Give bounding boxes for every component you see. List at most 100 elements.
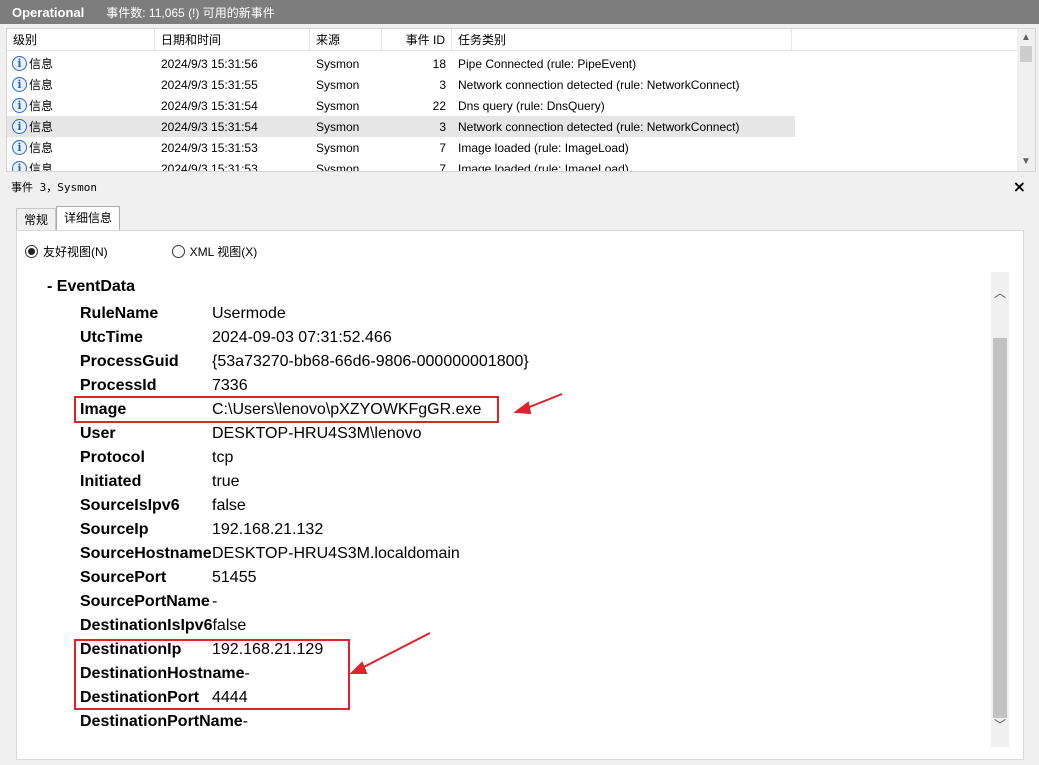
field-key: SourceIp bbox=[80, 521, 149, 538]
info-icon: i bbox=[12, 140, 27, 155]
field-key: UtcTime bbox=[80, 329, 143, 346]
event-detail-title: 事件 3，Sysmon bbox=[11, 181, 97, 194]
column-task-category[interactable]: 任务类别 bbox=[452, 29, 792, 51]
datetime-cell: 2024/9/3 15:31:56 bbox=[161, 56, 258, 71]
event-field: User DESKTOP-HRU4S3M\lenovo bbox=[80, 422, 422, 446]
field-value: false bbox=[212, 497, 246, 514]
level-cell: i 信息 bbox=[7, 139, 155, 156]
table-row[interactable]: i 信息 2024/9/3 15:31:54 Sysmon 3 Network conne… bbox=[7, 116, 795, 137]
level-cell: i 信息 bbox=[7, 55, 155, 72]
task-category-cell: Network connection detected (rule: Netwo… bbox=[458, 77, 740, 92]
event-data-scrollbar[interactable]: ︿ ﹀ bbox=[991, 272, 1009, 747]
event-field: RuleName Usermode bbox=[80, 302, 286, 326]
source-cell: Sysmon bbox=[316, 119, 360, 134]
table-row[interactable]: i 信息 2024/9/3 15:31:53 Sysmon 7 Image loaded … bbox=[7, 137, 795, 158]
event-field: Initiated true bbox=[80, 470, 240, 494]
event-field: DestinationIsIpv6 false bbox=[80, 614, 246, 638]
field-value: DESKTOP-HRU4S3M.localdomain bbox=[212, 545, 460, 562]
source-cell: Sysmon bbox=[316, 77, 360, 92]
table-row[interactable]: i 信息 2024/9/3 15:31:55 Sysmon 3 Network conne… bbox=[7, 74, 795, 95]
tab-details[interactable]: 详细信息 bbox=[56, 206, 121, 231]
field-key: SourcePort bbox=[80, 569, 167, 586]
field-value: 7336 bbox=[212, 377, 248, 394]
friendly-view-radio[interactable]: 友好视图(N) bbox=[25, 243, 108, 260]
source-cell: Sysmon bbox=[316, 98, 360, 113]
field-value: 51455 bbox=[212, 569, 257, 586]
info-icon: i bbox=[12, 77, 27, 92]
field-key: ProcessGuid bbox=[80, 353, 179, 370]
event-id-cell: 18 bbox=[432, 56, 446, 71]
table-row[interactable]: i 信息 2024/9/3 15:31:54 Sysmon 22 Dns query (r… bbox=[7, 95, 795, 116]
field-value: {53a73270-bb68-66d6-9806-000000001800} bbox=[212, 353, 529, 370]
image-highlight-box bbox=[74, 396, 499, 423]
event-field: SourcePortName - bbox=[80, 590, 217, 614]
event-field: SourceIsIpv6 false bbox=[80, 494, 246, 518]
level-cell: i 信息 bbox=[7, 160, 155, 171]
table-row[interactable]: i 信息 2024/9/3 15:31:53 Sysmon 7 Image loaded … bbox=[7, 158, 795, 172]
event-field: SourceHostname DESKTOP-HRU4S3M.localdomai… bbox=[80, 542, 460, 566]
field-value: - bbox=[242, 713, 249, 730]
field-value: false bbox=[212, 617, 247, 634]
level-cell: i 信息 bbox=[7, 76, 155, 93]
event-count: 事件数: 11,065 (!) 可用的新事件 bbox=[106, 5, 275, 20]
table-row[interactable]: i 信息 2024/9/3 15:31:56 Sysmon 18 Pipe Connect… bbox=[7, 53, 795, 74]
event-list-scrollbar[interactable]: ▲ ▼ bbox=[1017, 29, 1035, 171]
destination-highlight-box bbox=[74, 639, 350, 710]
field-value: DESKTOP-HRU4S3M\lenovo bbox=[212, 425, 422, 442]
event-detail-header: 事件 3，Sysmon × bbox=[6, 177, 1036, 197]
event-field: DestinationPortName - bbox=[80, 710, 248, 734]
task-category-cell: Dns query (rule: DnsQuery) bbox=[458, 98, 605, 113]
xml-view-label: XML 视图(X) bbox=[189, 245, 258, 259]
level-text: 信息 bbox=[29, 99, 54, 113]
xml-view-radio[interactable]: XML 视图(X) bbox=[171, 243, 258, 260]
task-category-cell: Image loaded (rule: ImageLoad) bbox=[458, 140, 629, 155]
chevron-up-icon[interactable]: ︿ bbox=[991, 284, 1009, 304]
event-list-header: 级别 日期和时间 来源 事件 ID 任务类别 bbox=[7, 29, 1019, 51]
radio-unchecked-icon[interactable] bbox=[171, 245, 185, 258]
datetime-cell: 2024/9/3 15:31:53 bbox=[161, 161, 258, 172]
friendly-view-label: 友好视图(N) bbox=[43, 245, 108, 259]
event-id-cell: 7 bbox=[439, 161, 446, 172]
level-text: 信息 bbox=[29, 141, 54, 155]
column-level[interactable]: 级别 bbox=[7, 29, 155, 51]
task-category-cell: Image loaded (rule: ImageLoad) bbox=[458, 161, 629, 172]
field-value: tcp bbox=[212, 449, 234, 466]
level-text: 信息 bbox=[29, 57, 54, 71]
column-event-id[interactable]: 事件 ID bbox=[382, 29, 452, 51]
event-field: SourcePort 51455 bbox=[80, 566, 257, 590]
chevron-down-icon[interactable]: ﹀ bbox=[991, 716, 1009, 736]
datetime-cell: 2024/9/3 15:31:54 bbox=[161, 98, 258, 113]
info-icon: i bbox=[12, 56, 27, 71]
tab-general[interactable]: 常规 bbox=[16, 208, 57, 231]
event-field: ProcessId 7336 bbox=[80, 374, 248, 398]
level-cell: i 信息 bbox=[7, 97, 155, 114]
datetime-cell: 2024/9/3 15:31:53 bbox=[161, 140, 258, 155]
event-id-cell: 3 bbox=[439, 77, 446, 92]
event-field: Protocol tcp bbox=[80, 446, 233, 470]
level-text: 信息 bbox=[29, 78, 54, 92]
source-cell: Sysmon bbox=[316, 161, 360, 172]
field-key: DestinationPortName bbox=[80, 713, 243, 730]
scroll-down-icon[interactable]: ▼ bbox=[1017, 154, 1035, 170]
field-key: ProcessId bbox=[80, 377, 157, 394]
event-id-cell: 7 bbox=[439, 140, 446, 155]
source-cell: Sysmon bbox=[316, 140, 360, 155]
view-mode-radios: 友好视图(N) XML 视图(X) bbox=[25, 243, 257, 260]
close-icon[interactable]: × bbox=[1013, 177, 1026, 197]
column-datetime[interactable]: 日期和时间 bbox=[155, 29, 310, 51]
field-value: 192.168.21.132 bbox=[212, 521, 324, 538]
log-header-bar: Operational 事件数: 11,065 (!) 可用的新事件 bbox=[0, 0, 1039, 24]
event-list[interactable]: 级别 日期和时间 来源 事件 ID 任务类别 i 信息 2024/9/3 15:31… bbox=[6, 28, 1036, 172]
field-value: true bbox=[212, 473, 240, 490]
event-data-title[interactable]: - EventData bbox=[47, 278, 135, 296]
event-field: UtcTime 2024-09-03 07:31:52.466 bbox=[80, 326, 392, 350]
info-icon: i bbox=[12, 98, 27, 113]
scroll-up-icon[interactable]: ▲ bbox=[1017, 30, 1035, 46]
radio-checked-icon[interactable] bbox=[25, 245, 38, 258]
scroll-thumb[interactable] bbox=[1020, 46, 1032, 62]
scroll-thumb[interactable] bbox=[993, 338, 1007, 718]
field-value: - bbox=[212, 593, 218, 610]
event-id-cell: 22 bbox=[432, 98, 446, 113]
log-title: Operational bbox=[12, 4, 85, 20]
column-source[interactable]: 来源 bbox=[310, 29, 382, 51]
